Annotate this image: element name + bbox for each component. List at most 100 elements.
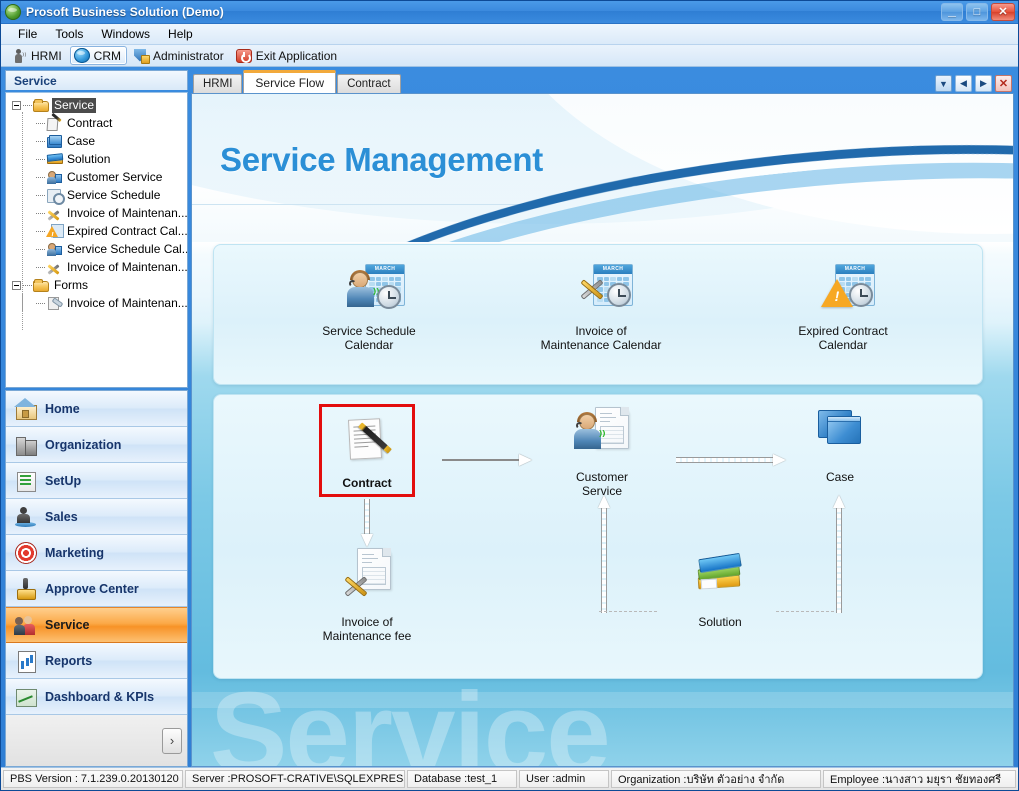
tree-item-service[interactable]: Service bbox=[6, 96, 187, 114]
toolbar-item-administrator-label: Administrator bbox=[153, 48, 224, 63]
flow-node-customer-service[interactable]: ⁾⁾ Customer Service bbox=[527, 407, 677, 498]
chevron-right-icon: ▶ bbox=[980, 78, 987, 88]
tree-item-solution[interactable]: Solution bbox=[6, 150, 187, 168]
tree-connector bbox=[36, 302, 45, 304]
tree-item-invoice-of-maintenance[interactable]: Invoice of Maintenan... bbox=[6, 204, 187, 222]
flow-node-customer-service-label: Customer Service bbox=[575, 470, 628, 498]
tree-item-service-label: Service bbox=[52, 97, 97, 113]
menu-item-help[interactable]: Help bbox=[159, 25, 202, 43]
flow-node-case[interactable]: Case bbox=[765, 410, 915, 484]
tree-connector bbox=[36, 230, 45, 232]
tree-item-invoice-of-maintenance-calendar[interactable]: Invoice of Maintenan... bbox=[6, 258, 187, 276]
service-people-icon bbox=[14, 614, 37, 636]
tools-icon bbox=[46, 205, 62, 221]
expand-panel-button[interactable]: › bbox=[162, 727, 182, 754]
tree-item-invoice-of-maintenance-calendar-label: Invoice of Maintenan... bbox=[67, 259, 188, 274]
tree-item-expired-contract-calendar[interactable]: ! Expired Contract Cal... bbox=[6, 222, 187, 240]
previous-tab-button[interactable]: ◀ bbox=[955, 75, 972, 92]
menu-item-tools[interactable]: Tools bbox=[46, 25, 92, 43]
chevron-down-icon: ▼ bbox=[939, 78, 948, 89]
tree-item-invoice-of-maintenance-label: Invoice of Maintenan... bbox=[67, 205, 188, 220]
books-icon bbox=[645, 552, 795, 610]
invoice-tools-doc-icon bbox=[292, 548, 442, 610]
tile-service-schedule-calendar-label: Service Schedule Calendar bbox=[322, 324, 416, 352]
flow-node-invoice-maintenance-fee[interactable]: Invoice of Maintenance fee bbox=[292, 548, 442, 643]
warning-calendar-icon: ! bbox=[46, 223, 64, 240]
flow-node-contract[interactable]: Contract bbox=[319, 404, 415, 497]
tab-service-flow[interactable]: Service Flow bbox=[243, 70, 337, 93]
nav-pane-footer: › bbox=[6, 715, 187, 766]
sidebar-item-sales-label: Sales bbox=[45, 509, 78, 524]
flow-node-invoice-maintenance-fee-label: Invoice of Maintenance fee bbox=[322, 615, 412, 643]
tree-connector bbox=[36, 158, 45, 160]
close-tab-button[interactable]: ✕ bbox=[995, 75, 1012, 92]
toolbar-item-exit-application[interactable]: Exit Application bbox=[232, 47, 343, 65]
tools-calendar-icon bbox=[46, 259, 62, 275]
tab-contract[interactable]: Contract bbox=[337, 74, 401, 93]
toolbar-item-hrmi[interactable]: ⁾⁾ HRMI bbox=[7, 46, 68, 66]
tree-item-service-schedule[interactable]: Service Schedule bbox=[6, 186, 187, 205]
service-schedule-calendar-icon: MARCH ⁾⁾ bbox=[294, 263, 444, 319]
toolbar-item-exit-label: Exit Application bbox=[255, 48, 338, 63]
folder-icon bbox=[33, 99, 49, 112]
title-bar: Prosoft Business Solution (Demo) _ □ ✕ bbox=[1, 1, 1018, 24]
tab-hrmi[interactable]: HRMI bbox=[193, 74, 243, 93]
page-title: Service Management bbox=[220, 141, 543, 178]
sidebar-item-organization[interactable]: Organization bbox=[6, 427, 187, 463]
tree-item-service-schedule-label: Service Schedule bbox=[67, 187, 161, 202]
tree-expander-forms[interactable] bbox=[12, 280, 21, 290]
navigation-tree: Service Contract Case Solution Customer … bbox=[5, 92, 188, 388]
maximize-button[interactable]: □ bbox=[966, 3, 988, 21]
tab-service-flow-label: Service Flow bbox=[255, 76, 325, 90]
tree-connector bbox=[36, 122, 45, 124]
invoice-maintenance-calendar-icon: MARCH bbox=[526, 263, 676, 319]
stamp-icon bbox=[15, 577, 37, 600]
tab-controls: ▼ ◀ ▶ ✕ bbox=[935, 75, 1012, 92]
window-list-button[interactable]: ▼ bbox=[935, 75, 952, 92]
minimize-button[interactable]: _ bbox=[941, 3, 963, 21]
flow-node-solution[interactable]: Solution bbox=[645, 552, 795, 629]
books-icon bbox=[46, 151, 63, 167]
report-chart-icon bbox=[15, 650, 37, 673]
tree-item-contract[interactable]: Contract bbox=[6, 114, 187, 132]
mdi-client-area: Service Management Service MARCH ⁾⁾ Serv… bbox=[191, 93, 1014, 767]
tile-expired-contract-calendar[interactable]: MARCH ! Expired Contract Calendar bbox=[768, 263, 918, 352]
sidebar-item-home[interactable]: Home bbox=[6, 391, 187, 427]
sidebar-item-sales[interactable]: Sales bbox=[6, 499, 187, 535]
close-button[interactable]: ✕ bbox=[991, 3, 1015, 21]
menu-item-file[interactable]: File bbox=[9, 25, 46, 43]
tree-item-customer-service[interactable]: Customer Service bbox=[6, 168, 187, 186]
person-icon: ⁾⁾ bbox=[11, 48, 27, 64]
tree-item-forms-invoice-of-maintenance[interactable]: Invoice of Maintenan... bbox=[6, 294, 187, 312]
sidebar-item-dashboard-kpis-label: Dashboard & KPIs bbox=[45, 689, 155, 704]
next-tab-button[interactable]: ▶ bbox=[975, 75, 992, 92]
power-off-icon bbox=[235, 48, 252, 63]
chevron-left-icon: ◀ bbox=[960, 78, 967, 88]
sidebar-item-service-label: Service bbox=[45, 618, 90, 632]
sidebar-item-dashboard-kpis[interactable]: Dashboard & KPIs bbox=[6, 679, 187, 715]
sidebar-item-approve-center[interactable]: Approve Center bbox=[6, 571, 187, 607]
tile-invoice-of-maintenance-calendar[interactable]: MARCH Invoice of Maintenance Calendar bbox=[526, 263, 676, 352]
tree-item-case[interactable]: Case bbox=[6, 132, 187, 150]
sidebar-item-marketing[interactable]: Marketing bbox=[6, 535, 187, 571]
connector-solution-to-customer-service-elbow bbox=[599, 611, 657, 612]
tree-item-forms-invoice-label: Invoice of Maintenan... bbox=[67, 295, 188, 310]
customer-calendar-icon bbox=[46, 241, 62, 257]
mdi-area: HRMI Service Flow Contract ▼ ◀ ▶ ✕ Servi… bbox=[191, 70, 1014, 767]
service-flow-panel: Contract ⁾⁾ Customer Service Case Invoic… bbox=[213, 394, 983, 679]
connector-contract-to-invoice bbox=[361, 499, 373, 547]
tile-service-schedule-calendar[interactable]: MARCH ⁾⁾ Service Schedule Calendar bbox=[294, 263, 444, 352]
sidebar-item-setup[interactable]: SetUp bbox=[6, 463, 187, 499]
menu-item-windows[interactable]: Windows bbox=[92, 25, 159, 43]
tree-item-expired-contract-calendar-label: Expired Contract Cal... bbox=[67, 223, 188, 238]
toolbar-item-administrator[interactable]: Administrator bbox=[129, 46, 230, 66]
tree-item-forms[interactable]: Forms bbox=[6, 276, 187, 294]
chevron-right-icon: › bbox=[169, 733, 175, 748]
tree-expander-service[interactable] bbox=[12, 100, 21, 110]
toolbar-item-crm[interactable]: CRM bbox=[69, 46, 127, 65]
tree-item-service-schedule-calendar[interactable]: Service Schedule Cal... bbox=[6, 240, 187, 258]
sidebar-item-reports[interactable]: Reports bbox=[6, 643, 187, 679]
sidebar-item-setup-label: SetUp bbox=[45, 473, 82, 488]
tree-item-solution-label: Solution bbox=[67, 151, 111, 166]
sidebar-item-service[interactable]: Service bbox=[6, 607, 187, 643]
